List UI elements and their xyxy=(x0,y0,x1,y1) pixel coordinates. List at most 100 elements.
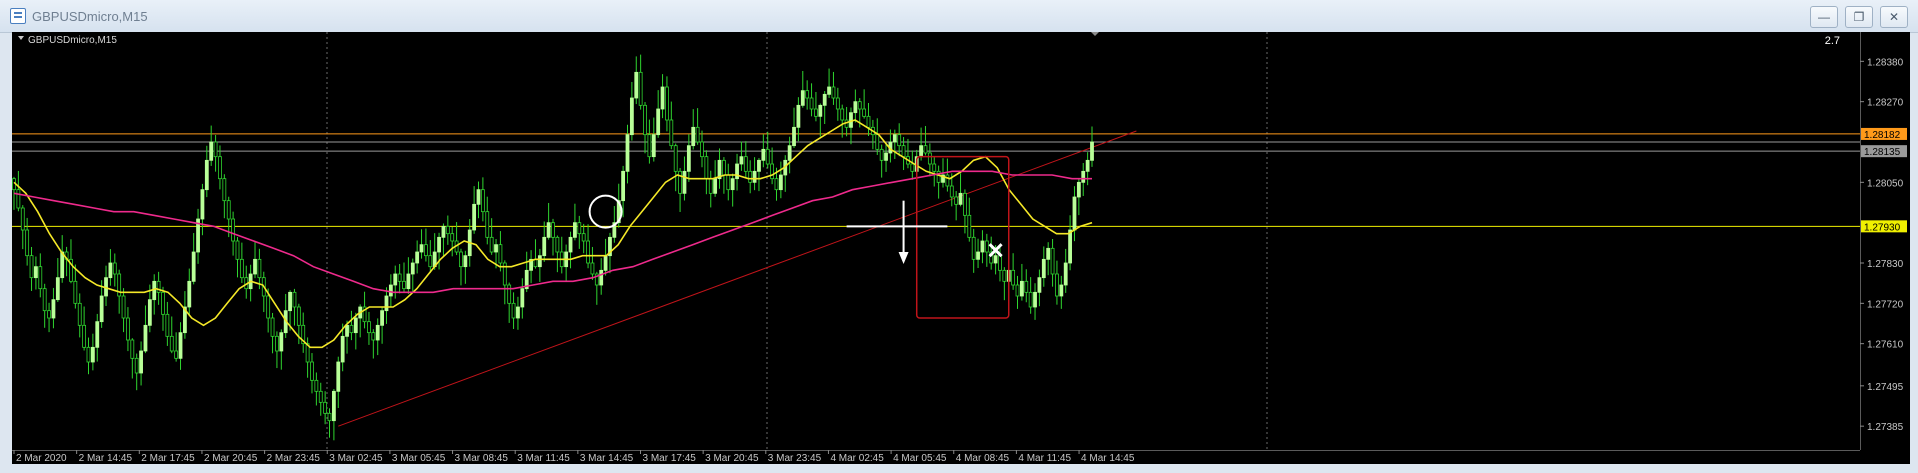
chart-shift-marker-icon[interactable] xyxy=(1090,31,1100,36)
candle-body xyxy=(218,156,222,180)
candle-body xyxy=(691,126,696,147)
candle-body xyxy=(546,222,551,238)
candle-body xyxy=(629,97,634,136)
candle-body xyxy=(945,174,950,187)
y-tick-label: 1.27385 xyxy=(1867,422,1904,433)
candle-body xyxy=(139,350,143,374)
candle-body xyxy=(147,299,152,326)
candle-body xyxy=(1015,284,1020,297)
candle-body xyxy=(257,258,262,279)
candle-body xyxy=(415,251,420,264)
candle-body xyxy=(375,324,380,341)
candle-body xyxy=(971,236,976,260)
candle-body xyxy=(792,126,796,147)
candle-body xyxy=(29,255,34,279)
restore-button[interactable]: ❐ xyxy=(1845,6,1873,28)
candle-body xyxy=(581,233,586,242)
candle-body xyxy=(38,266,43,290)
candle-body xyxy=(533,258,538,268)
candle-body xyxy=(603,255,608,271)
candle-body xyxy=(1028,291,1033,308)
candle-body xyxy=(16,189,21,209)
candle-body xyxy=(765,148,770,165)
candle-body xyxy=(949,185,954,198)
entry-circle-marker[interactable] xyxy=(588,194,623,229)
window-titlebar[interactable]: GBPUSDmicro,M15 — ❐ ✕ xyxy=(0,0,1918,33)
x-tick-label: 3 Mar 08:45 xyxy=(455,453,509,464)
candle-body xyxy=(1024,280,1029,293)
candle-body xyxy=(998,255,1002,271)
candle-body xyxy=(686,145,691,172)
candle-body xyxy=(310,361,314,381)
candle-body xyxy=(827,86,831,95)
candle-body xyxy=(20,207,25,231)
symbol-label[interactable]: GBPUSDmicro,M15 xyxy=(28,35,117,46)
x-tick-label: 4 Mar 02:45 xyxy=(830,453,884,464)
candle-body xyxy=(108,262,113,279)
candle-body xyxy=(730,178,735,191)
candle-body xyxy=(1041,258,1046,279)
y-tick-label: 1.28380 xyxy=(1867,57,1904,68)
candle-body xyxy=(993,255,998,264)
range-box[interactable] xyxy=(915,155,1010,319)
candle-body xyxy=(713,178,718,194)
candle-body xyxy=(853,101,858,114)
x-tick-label: 2 Mar 14:45 xyxy=(79,453,133,464)
candle-body xyxy=(958,192,963,205)
x-tick-label: 3 Mar 23:45 xyxy=(768,453,822,464)
candle-body xyxy=(1063,262,1068,286)
top-right-value: 2.7 xyxy=(1825,35,1840,47)
candle-body xyxy=(112,262,117,275)
minimize-button[interactable]: — xyxy=(1810,6,1838,28)
candle-body xyxy=(774,178,779,191)
candle-body xyxy=(932,163,937,172)
candle-body xyxy=(428,255,433,268)
candle-body xyxy=(270,317,275,337)
candle-body xyxy=(739,156,744,165)
chart-area[interactable]: GBPUSDmicro,M15 2.7 1.28380 1.28270 1.28050 1… xyxy=(12,31,1910,464)
candle-body xyxy=(818,104,823,117)
candle-body xyxy=(485,211,490,238)
candle-body xyxy=(86,346,91,363)
price-chart[interactable]: GBPUSDmicro,M15 2.7 1.28380 1.28270 1.28050 1… xyxy=(12,31,1910,464)
candle-body xyxy=(209,141,214,161)
candle-body xyxy=(726,174,731,191)
candle-body xyxy=(778,174,783,191)
candle-body xyxy=(875,134,880,150)
candle-body xyxy=(424,244,428,257)
candle-body xyxy=(586,240,590,264)
candle-body xyxy=(862,108,867,117)
candle-body xyxy=(174,350,179,359)
candle-body xyxy=(441,225,446,238)
candle-body xyxy=(126,317,130,341)
candle-body xyxy=(660,86,665,110)
candle-body xyxy=(1055,273,1059,297)
candle-body xyxy=(371,332,376,341)
x-tick-label: 2 Mar 23:45 xyxy=(267,453,321,464)
candle-body xyxy=(919,145,923,158)
candle-body xyxy=(288,291,292,312)
close-button[interactable]: ✕ xyxy=(1880,6,1908,28)
candle-body xyxy=(165,313,170,337)
close-icon: ✕ xyxy=(1888,10,1900,24)
candle-body xyxy=(568,236,573,253)
candle-body xyxy=(152,280,157,301)
candle-body xyxy=(910,163,915,172)
candle-body xyxy=(345,324,349,337)
symbol-dropdown-icon[interactable] xyxy=(18,36,24,40)
candle-body xyxy=(47,310,51,319)
candle-body xyxy=(222,178,227,202)
candle-body xyxy=(279,332,284,352)
x-tick-label: 4 Mar 08:45 xyxy=(956,453,1010,464)
candle-body xyxy=(340,335,345,363)
candle-body xyxy=(577,222,582,235)
candle-body xyxy=(161,291,165,315)
candle-body xyxy=(555,236,560,253)
candle-body xyxy=(1081,170,1086,183)
candle-body xyxy=(822,93,827,106)
candle-body xyxy=(866,115,871,128)
candle-body xyxy=(393,273,398,286)
candle-body xyxy=(200,189,205,220)
candle-body xyxy=(831,86,836,99)
candle-body xyxy=(704,156,709,180)
